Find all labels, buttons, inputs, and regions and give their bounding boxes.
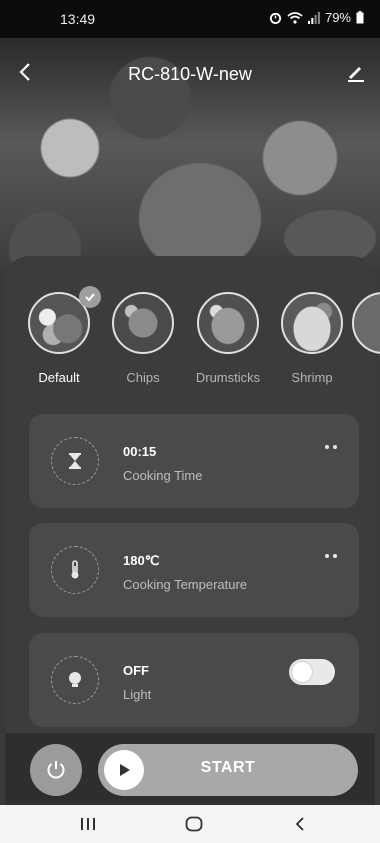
wifi-icon bbox=[287, 12, 303, 24]
cooking-temperature-value: 180℃ bbox=[123, 553, 160, 568]
battery-icon bbox=[356, 11, 364, 24]
battery-text: 79% bbox=[324, 10, 351, 25]
mode-label: Shrimp bbox=[291, 370, 333, 385]
device-title: RC-810-W-new bbox=[128, 64, 252, 84]
mode-selector: Default Chips Drumsticks Shrimp bbox=[0, 286, 380, 392]
alarm-icon bbox=[269, 12, 282, 24]
mode-default[interactable]: Default bbox=[14, 286, 104, 385]
cooking-temperature-card[interactable]: 180℃ Cooking Temperature bbox=[29, 523, 359, 617]
cooking-temperature-label: Cooking Temperature bbox=[123, 577, 248, 592]
thermometer-icon bbox=[51, 546, 99, 594]
mode-chips[interactable]: Chips bbox=[98, 292, 188, 385]
signal-icon bbox=[307, 11, 320, 24]
mode-shrimp[interactable]: Shrimp bbox=[267, 292, 357, 385]
power-button[interactable] bbox=[30, 744, 82, 796]
home-icon bbox=[185, 816, 203, 832]
mode-label: Chips bbox=[126, 370, 160, 385]
mode-thumbnail bbox=[112, 292, 174, 354]
mode-label: Default bbox=[38, 370, 80, 385]
status-bar: 13:49 79% bbox=[0, 0, 380, 38]
back-nav-button[interactable] bbox=[288, 814, 312, 834]
cooking-time-value: 00:15 bbox=[123, 444, 157, 459]
more-icon[interactable] bbox=[325, 445, 337, 449]
light-card: OFF Light bbox=[29, 633, 359, 727]
edit-button[interactable] bbox=[344, 60, 368, 84]
mode-thumbnail bbox=[281, 292, 343, 354]
start-button[interactable]: START bbox=[98, 744, 358, 796]
cooking-time-label: Cooking Time bbox=[123, 468, 203, 483]
light-value: OFF bbox=[123, 663, 149, 678]
lightbulb-icon bbox=[51, 656, 99, 704]
light-toggle[interactable] bbox=[289, 659, 335, 685]
phone-screen: 13:49 79% RC-810-W-new Default Chips Dru… bbox=[0, 0, 380, 843]
more-icon[interactable] bbox=[325, 554, 337, 558]
mode-partial[interactable] bbox=[352, 292, 380, 354]
recent-apps-icon bbox=[81, 818, 95, 830]
mode-drumsticks[interactable]: Drumsticks bbox=[183, 292, 273, 385]
mode-thumbnail bbox=[352, 292, 380, 354]
chevron-left-icon bbox=[295, 817, 304, 831]
power-icon bbox=[47, 761, 65, 779]
pencil-icon bbox=[348, 67, 364, 82]
cooking-time-card[interactable]: 00:15 Cooking Time bbox=[29, 414, 359, 508]
status-time: 13:49 bbox=[60, 11, 96, 27]
mode-thumbnail bbox=[197, 292, 259, 354]
start-label: START bbox=[200, 759, 256, 776]
mode-label: Drumsticks bbox=[195, 370, 261, 385]
recent-apps-button[interactable] bbox=[76, 814, 100, 834]
light-label: Light bbox=[123, 687, 152, 702]
status-icons: 79% bbox=[269, 10, 364, 25]
system-navigation-bar bbox=[0, 805, 380, 843]
hourglass-icon bbox=[51, 437, 99, 485]
home-button[interactable] bbox=[182, 814, 206, 834]
toggle-knob bbox=[292, 662, 312, 682]
